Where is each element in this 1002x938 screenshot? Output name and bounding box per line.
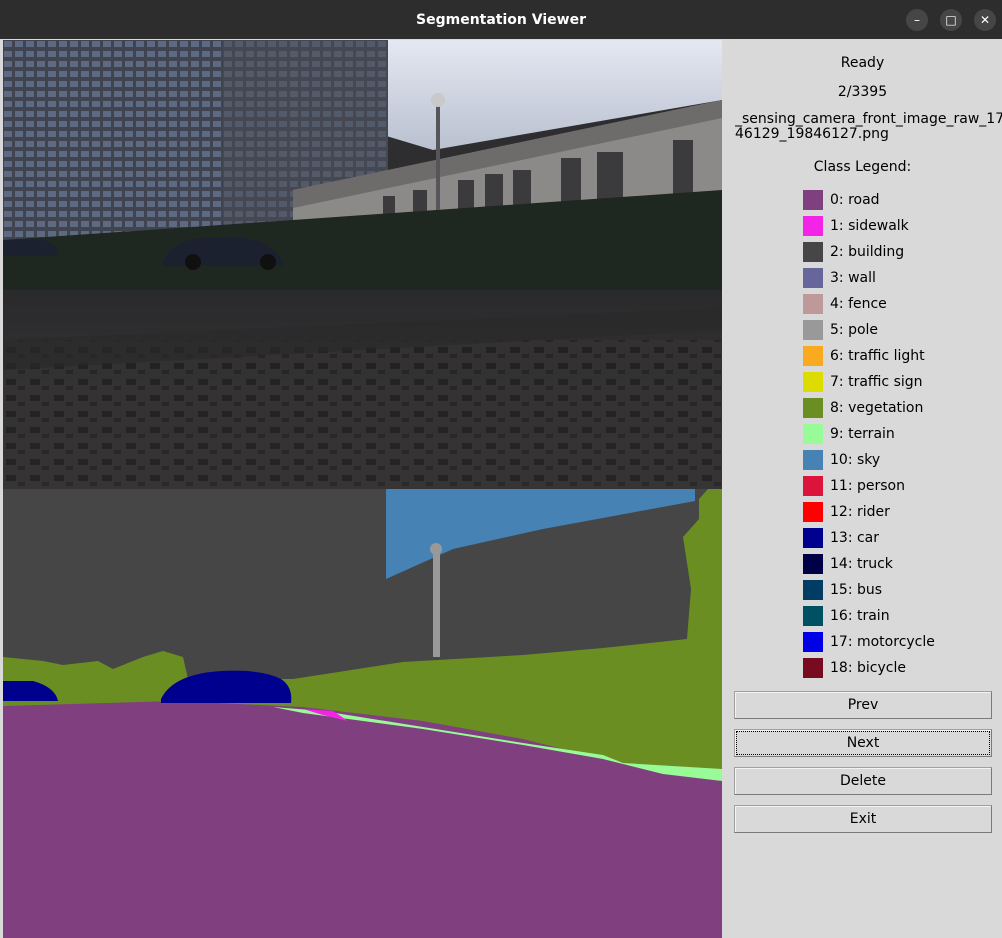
legend-label: 10: sky <box>830 452 881 468</box>
legend-swatch <box>803 346 823 366</box>
legend-item: 6: traffic light <box>803 346 993 366</box>
legend-swatch <box>803 632 823 652</box>
sidebar: Ready 2/3395 _sensing_camera_front_image… <box>723 40 1002 938</box>
legend-item: 8: vegetation <box>803 398 993 418</box>
legend-label: 6: traffic light <box>830 348 925 364</box>
legend-label: 2: building <box>830 244 905 260</box>
legend-label: 13: car <box>830 530 880 546</box>
image-counter: 2/3395 <box>837 84 888 100</box>
legend-label: 17: motorcycle <box>830 634 935 650</box>
exit-button[interactable]: Exit <box>734 805 992 833</box>
legend-label: 4: fence <box>830 296 887 312</box>
legend-item: 10: sky <box>803 450 993 470</box>
legend-swatch <box>803 450 823 470</box>
legend-label: 18: bicycle <box>830 660 906 676</box>
legend-item: 7: traffic sign <box>803 372 993 392</box>
legend-swatch <box>803 528 823 548</box>
legend-swatch <box>803 658 823 678</box>
legend-swatch <box>803 476 823 496</box>
legend-item: 2: building <box>803 242 993 262</box>
legend-swatch <box>803 216 823 236</box>
close-icon[interactable]: ✕ <box>974 9 996 31</box>
legend-swatch <box>803 580 823 600</box>
image-pane <box>3 40 722 938</box>
minimize-icon[interactable]: – <box>906 9 928 31</box>
legend-item: 4: fence <box>803 294 993 314</box>
legend-swatch <box>803 190 823 210</box>
legend-swatch <box>803 294 823 314</box>
legend-label: 0: road <box>830 192 880 208</box>
legend-label: 16: train <box>830 608 890 624</box>
legend-swatch <box>803 502 823 522</box>
legend-item: 0: road <box>803 190 993 210</box>
filename-line2: 46129_19846127.png <box>735 126 889 142</box>
legend-item: 11: person <box>803 476 993 496</box>
legend-item: 14: truck <box>803 554 993 574</box>
legend-label: 3: wall <box>830 270 876 286</box>
legend-swatch <box>803 320 823 340</box>
legend-item: 5: pole <box>803 320 993 340</box>
legend-item: 16: train <box>803 606 993 626</box>
filename-line1: _sensing_camera_front_image_raw_174 <box>735 112 1002 127</box>
legend-label: 14: truck <box>830 556 893 572</box>
legend-label: 5: pole <box>830 322 879 338</box>
legend-item: 17: motorcycle <box>803 632 993 652</box>
legend-swatch <box>803 268 823 288</box>
legend-item: 1: sidewalk <box>803 216 993 236</box>
filename-label: _sensing_camera_front_image_raw_174 4612… <box>735 112 1002 142</box>
maximize-icon[interactable]: □ <box>940 9 962 31</box>
window-title: Segmentation Viewer <box>416 12 586 28</box>
legend-swatch <box>803 554 823 574</box>
camera-image <box>3 40 722 489</box>
legend-swatch <box>803 606 823 626</box>
delete-button[interactable]: Delete <box>734 767 992 795</box>
legend-item: 12: rider <box>803 502 993 522</box>
app-window: Segmentation Viewer – □ ✕ Ready 2/3395 _… <box>0 0 1002 938</box>
legend-label: 7: traffic sign <box>830 374 923 390</box>
legend-label: 8: vegetation <box>830 400 924 416</box>
legend-swatch <box>803 372 823 392</box>
legend-title: Class Legend: <box>813 159 912 175</box>
segmentation-mask <box>3 489 722 938</box>
legend-label: 11: person <box>830 478 905 494</box>
legend-item: 18: bicycle <box>803 658 993 678</box>
legend-label: 9: terrain <box>830 426 895 442</box>
next-button[interactable]: Next <box>734 729 992 757</box>
legend-item: 9: terrain <box>803 424 993 444</box>
legend-item: 13: car <box>803 528 993 548</box>
legend-swatch <box>803 424 823 444</box>
legend-swatch <box>803 242 823 262</box>
prev-button[interactable]: Prev <box>734 691 992 719</box>
legend-item: 15: bus <box>803 580 993 600</box>
legend-label: 1: sidewalk <box>830 218 909 234</box>
legend-swatch <box>803 398 823 418</box>
legend-label: 12: rider <box>830 504 890 520</box>
legend-label: 15: bus <box>830 582 883 598</box>
title-bar[interactable]: Segmentation Viewer – □ ✕ <box>0 0 1002 39</box>
status-label: Ready <box>840 55 885 71</box>
legend-item: 3: wall <box>803 268 993 288</box>
